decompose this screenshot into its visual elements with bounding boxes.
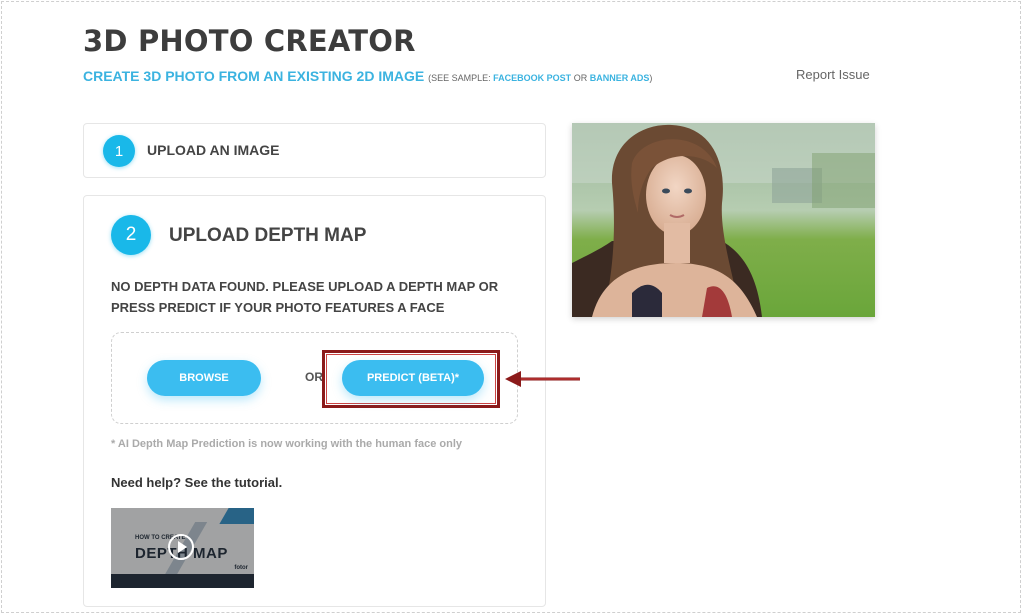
tutorial-video[interactable]: HOW TO CREATE DEPTH MAP fotor — [111, 508, 254, 588]
sample-links: (SEE SAMPLE: FACEBOOK POST OR BANNER ADS… — [428, 73, 652, 83]
sample-suffix: ) — [649, 73, 653, 83]
browse-button[interactable]: BROWSE — [147, 360, 261, 396]
step-number-2: 2 — [111, 215, 151, 255]
step-label-upload-image: UPLOAD AN IMAGE — [147, 142, 280, 158]
step-upload-depth-map: 2 UPLOAD DEPTH MAP NO DEPTH DATA FOUND. … — [83, 195, 546, 607]
step-number-1: 1 — [103, 135, 135, 167]
step-label-upload-depth-map: UPLOAD DEPTH MAP — [169, 225, 367, 246]
or-separator: OR — [305, 370, 323, 384]
page-subtitle: CREATE 3D PHOTO FROM AN EXISTING 2D IMAG… — [83, 68, 652, 84]
predict-button[interactable]: PREDICT (BETA)* — [342, 360, 484, 396]
banner-ads-link[interactable]: BANNER ADS — [590, 73, 650, 83]
facebook-post-link[interactable]: FACEBOOK POST — [493, 73, 571, 83]
ai-note: * AI Depth Map Prediction is now working… — [111, 438, 463, 450]
depth-instruction: NO DEPTH DATA FOUND. PLEASE UPLOAD A DEP… — [111, 279, 499, 315]
photo-image — [572, 123, 875, 317]
depth-dropzone[interactable]: BROWSE OR PREDICT (BETA)* — [111, 332, 518, 424]
sample-prefix: (SEE SAMPLE: — [428, 73, 491, 83]
page-title: 3D PHOTO CREATOR — [83, 24, 416, 58]
report-issue-link[interactable]: Report Issue — [796, 67, 870, 82]
sample-or: OR — [573, 73, 588, 83]
play-icon[interactable] — [168, 534, 194, 560]
arrow-left-icon — [505, 371, 580, 387]
step-upload-image[interactable]: 1 UPLOAD AN IMAGE — [83, 123, 546, 178]
uploaded-photo — [572, 123, 875, 317]
subtitle-text: CREATE 3D PHOTO FROM AN EXISTING 2D IMAG… — [83, 68, 425, 84]
help-text: Need help? See the tutorial. — [111, 475, 283, 490]
